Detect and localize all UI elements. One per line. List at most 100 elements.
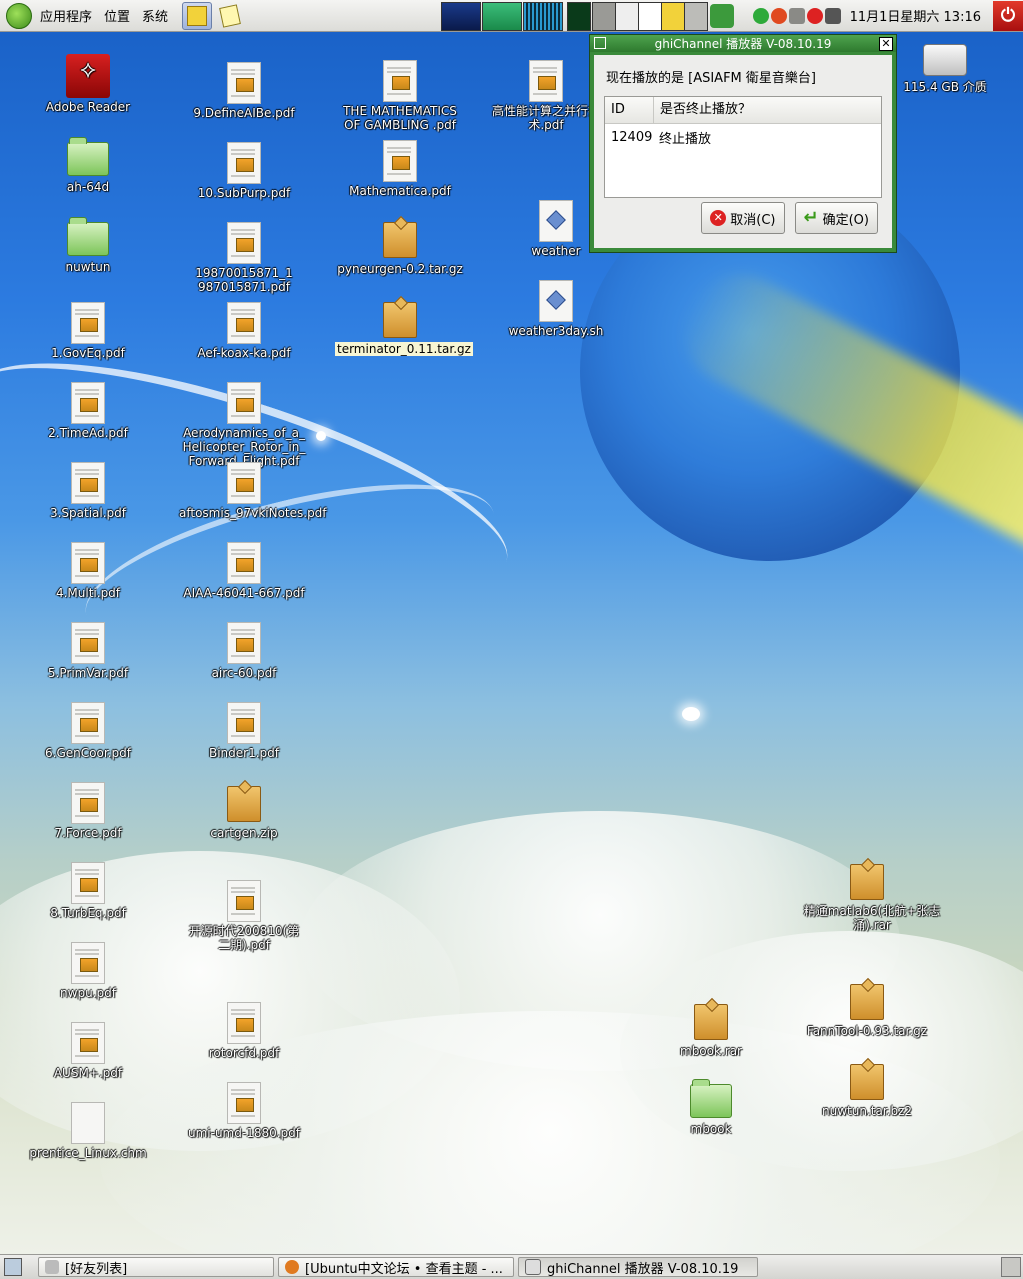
qq-penguin-icon[interactable] <box>770 7 787 24</box>
desktop-icon[interactable]: 4.Multi.pdf <box>23 542 153 600</box>
ok-label: 确定(O) <box>822 212 869 228</box>
script-file-icon <box>539 280 573 322</box>
menu-places[interactable]: 位置 <box>104 6 130 25</box>
menu-applications[interactable]: 应用程序 <box>40 6 92 25</box>
desktop-icon[interactable]: AUSM+.pdf <box>23 1022 153 1080</box>
ubuntu-logo-icon[interactable] <box>6 2 32 29</box>
pdf-file-icon <box>227 62 261 104</box>
notes-launcher-button[interactable] <box>218 3 242 28</box>
desktop-icon[interactable]: mbook <box>646 1078 776 1136</box>
window-menu-icon[interactable] <box>594 37 606 49</box>
load-monitor-graph[interactable] <box>567 2 591 31</box>
desktop-icon[interactable]: umi-umd-1880.pdf <box>179 1082 309 1140</box>
network-disconnected-icon[interactable] <box>806 7 823 24</box>
cancel-button[interactable]: ✕ 取消(C) <box>701 202 785 234</box>
network-icon <box>187 5 208 26</box>
workspace-switcher[interactable] <box>592 2 616 31</box>
trash-icon[interactable] <box>1001 1257 1021 1277</box>
desktop-icon[interactable]: cartgen.zip <box>179 782 309 840</box>
taskbar-item-ghichannel[interactable]: ghiChannel 播放器 V-08.10.19 <box>518 1257 758 1277</box>
network-launcher-button[interactable] <box>182 1 213 30</box>
desktop-icon[interactable]: 9.DefineAIBe.pdf <box>179 62 309 120</box>
desktop-icon[interactable]: rotorcfd.pdf <box>179 1002 309 1060</box>
desktop-icon[interactable]: prentice_Linux.chm <box>23 1102 153 1160</box>
desktop-icon-label: aftosmis_97vkiNotes.pdf <box>179 506 327 520</box>
column-header-stop[interactable]: 是否终止播放？ <box>654 97 881 123</box>
desktop-icon[interactable]: AIAA-46041-667.pdf <box>179 542 309 600</box>
workspace-2-icon[interactable] <box>638 2 662 31</box>
wallpaper-star <box>682 707 700 721</box>
desktop-icon[interactable]: 7.Force.pdf <box>23 782 153 840</box>
desktop-icon[interactable]: aftosmis_97vkiNotes.pdf <box>179 462 327 520</box>
column-header-id[interactable]: ID <box>605 97 654 123</box>
taskbar-item-friends[interactable]: [好友列表] <box>38 1257 274 1277</box>
desktop-icon-label: 8.TurbEq.pdf <box>50 906 126 920</box>
desktop-icon[interactable]: THE MATHEMATICS OF GAMBLING .pdf <box>335 60 465 132</box>
ok-button[interactable]: ↵ 确定(O) <box>794 202 878 234</box>
desktop-icon[interactable]: mbook.rar <box>646 1000 776 1058</box>
row-id: 12409 <box>611 129 653 145</box>
workspace-3-icon[interactable] <box>661 2 685 31</box>
desktop-icon[interactable]: airc-60.pdf <box>179 622 309 680</box>
pdf-file-icon <box>71 702 105 744</box>
pdf-file-icon <box>71 542 105 584</box>
pdf-file-icon <box>71 382 105 424</box>
printer-icon[interactable] <box>788 7 805 24</box>
archive-icon <box>227 786 261 822</box>
desktop-icon[interactable]: weather3day.sh <box>491 280 621 338</box>
desktop-icon[interactable]: 19870015871_1987015871.pdf <box>179 222 309 294</box>
desktop-icon[interactable]: ah-64d <box>23 136 153 194</box>
desktop-icon-label: 开源时代200810(第二期).pdf <box>188 924 300 952</box>
pdf-file-icon <box>227 1002 261 1044</box>
desktop-icon[interactable]: 10.SubPurp.pdf <box>179 142 309 200</box>
desktop-icon-label: 10.SubPurp.pdf <box>197 186 291 200</box>
close-button[interactable]: ✕ <box>879 37 893 51</box>
clock[interactable]: 11月1日星期六 13:16 <box>850 6 981 25</box>
desktop-icon[interactable]: 高性能计算之并行技术.pdf <box>491 60 601 132</box>
desktop-icon-label: FannTool-0.93.tar.gz <box>806 1024 928 1038</box>
desktop-icon[interactable]: 6.GenCoor.pdf <box>23 702 153 760</box>
taskbar-item-firefox[interactable]: [Ubuntu中文论坛 • 查看主题 - ... <box>278 1257 514 1277</box>
archive-icon <box>850 864 884 900</box>
play-icon[interactable] <box>752 7 769 24</box>
archive-icon <box>383 302 417 338</box>
cpu-monitor-graph[interactable] <box>441 2 481 31</box>
desktop-icon-selected[interactable]: terminator_0.11.tar.gz <box>335 298 473 356</box>
desktop-icon[interactable]: 2.TimeAd.pdf <box>23 382 153 440</box>
desktop-icon[interactable]: pyneurgen-0.2.tar.gz <box>335 218 465 276</box>
desktop-icon[interactable]: nuwtun <box>23 216 153 274</box>
pdf-file-icon <box>71 1022 105 1064</box>
desktop-icon-label: airc-60.pdf <box>211 666 277 680</box>
dialog-title: ghiChannel 播放器 V-08.10.19 <box>654 37 832 51</box>
desktop-icon[interactable]: 115.4 GB 介质 <box>880 36 1010 94</box>
volume-icon[interactable] <box>824 7 841 24</box>
desktop-icon[interactable]: Aef-koax-ka.pdf <box>179 302 309 360</box>
pdf-file-icon <box>227 382 261 424</box>
desktop-icon[interactable]: Adobe Reader <box>23 54 153 114</box>
trash-tray-icon[interactable] <box>709 3 734 28</box>
dialog-titlebar[interactable]: ghiChannel 播放器 V-08.10.19 ✕ <box>590 35 896 52</box>
desktop-icon[interactable]: 1.GovEq.pdf <box>23 302 153 360</box>
power-button[interactable]: ⏻ <box>993 0 1023 31</box>
desktop-icon-label: nuwtun.tar.bz2 <box>821 1104 912 1118</box>
desktop-icon[interactable]: 8.TurbEq.pdf <box>23 862 153 920</box>
desktop-icon[interactable]: Mathematica.pdf <box>335 140 465 198</box>
desktop-icon[interactable]: Aerodynamics_of_a_Helicopter_Rotor_in_Fo… <box>179 382 309 468</box>
network-monitor-graph[interactable] <box>523 2 563 31</box>
workspace-4-icon[interactable] <box>684 2 708 31</box>
show-desktop-button[interactable] <box>4 1258 22 1276</box>
desktop-icon[interactable]: nwpu.pdf <box>23 942 153 1000</box>
list-row[interactable]: 12409 终止播放 <box>605 124 881 150</box>
desktop-icon[interactable]: 3.Spatial.pdf <box>23 462 153 520</box>
desktop-icon[interactable]: FannTool-0.93.tar.gz <box>802 980 932 1038</box>
memory-monitor-graph[interactable] <box>482 2 522 31</box>
desktop-icon-label: 2.TimeAd.pdf <box>48 426 128 440</box>
desktop-icon[interactable]: nuwtun.tar.bz2 <box>802 1060 932 1118</box>
menu-system[interactable]: 系统 <box>142 6 168 25</box>
list-header: ID 是否终止播放？ <box>605 97 881 124</box>
workspace-1-icon[interactable] <box>615 2 639 31</box>
desktop-icon[interactable]: Binder1.pdf <box>179 702 309 760</box>
desktop-icon[interactable]: 开源时代200810(第二期).pdf <box>179 880 309 952</box>
desktop-icon[interactable]: 5.PrimVar.pdf <box>23 622 153 680</box>
desktop-icon[interactable]: 精通matlab6(北航+张志涌).rar <box>802 860 940 932</box>
